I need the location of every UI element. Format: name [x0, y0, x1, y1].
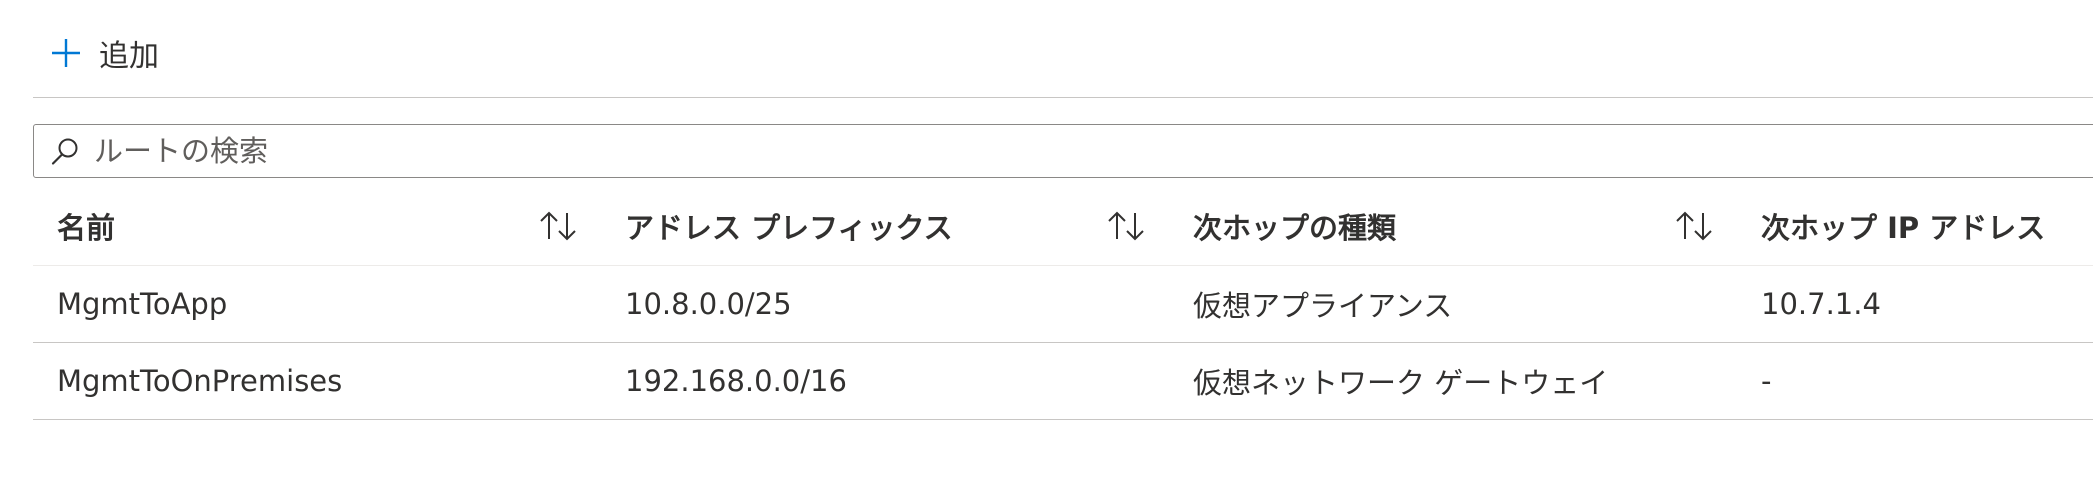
add-button-label: 追加 [99, 39, 159, 74]
sort-name-icon[interactable] [537, 186, 579, 265]
add-button[interactable]: 追加 [51, 26, 159, 80]
table-header-row: 名前 アドレス プレフィックス 次ホップの種類 次ホップ IP アドレス [33, 186, 2093, 266]
column-header-address-prefix[interactable]: アドレス プレフィックス [625, 186, 953, 265]
routes-table: 名前 アドレス プレフィックス 次ホップの種類 次ホップ IP アドレス Mgm… [33, 186, 2093, 420]
sort-address-prefix-icon[interactable] [1105, 186, 1147, 265]
search-icon [48, 134, 82, 168]
command-bar: 追加 [33, 0, 2093, 98]
table-row[interactable]: MgmtToApp 10.8.0.0/25 仮想アプライアンス 10.7.1.4 [33, 266, 2093, 343]
cell-next-hop-type: 仮想アプライアンス [1193, 289, 1453, 323]
column-header-name[interactable]: 名前 [57, 186, 115, 265]
column-header-next-hop-ip[interactable]: 次ホップ IP アドレス [1761, 186, 2045, 265]
cell-address-prefix: 10.8.0.0/25 [625, 287, 792, 321]
cell-next-hop-ip: - [1761, 364, 1772, 398]
cell-name: MgmtToApp [57, 287, 228, 321]
cell-next-hop-ip: 10.7.1.4 [1761, 287, 1881, 321]
search-box[interactable] [33, 124, 2093, 178]
search-input[interactable] [92, 133, 1996, 169]
cell-name: MgmtToOnPremises [57, 364, 343, 398]
table-row[interactable]: MgmtToOnPremises 192.168.0.0/16 仮想ネットワーク… [33, 343, 2093, 420]
plus-icon [51, 38, 81, 68]
cell-next-hop-type: 仮想ネットワーク ゲートウェイ [1193, 366, 1609, 400]
column-header-next-hop-type[interactable]: 次ホップの種類 [1193, 186, 1396, 265]
sort-next-hop-type-icon[interactable] [1673, 186, 1715, 265]
cell-address-prefix: 192.168.0.0/16 [625, 364, 847, 398]
